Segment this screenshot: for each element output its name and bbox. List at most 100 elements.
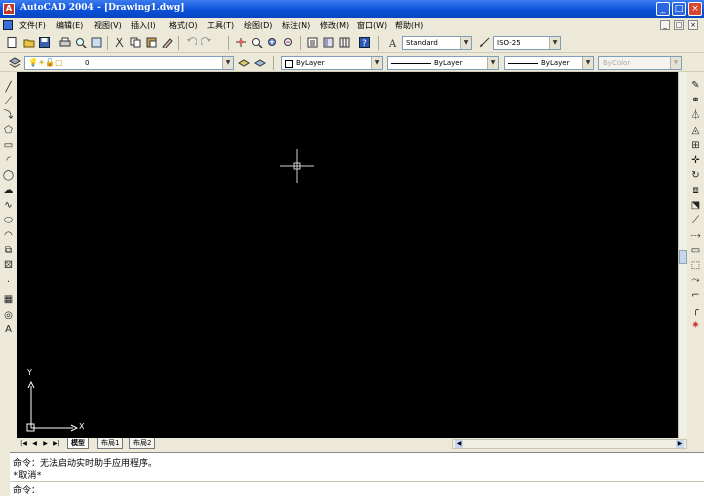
first-tab-button[interactable]: |◀ [19,439,28,449]
undo-icon[interactable] [184,36,197,49]
horizontal-scrollbar[interactable]: ◀ ▶ [452,439,687,449]
zoom-realtime-icon[interactable] [250,36,263,49]
revision-cloud-icon[interactable]: ☁ [2,185,15,197]
spline-icon[interactable]: ∿ [2,200,15,212]
polygon-icon[interactable]: ⬠ [2,125,15,137]
vertical-scrollbar[interactable] [678,72,687,438]
design-center-icon[interactable] [322,36,335,49]
menu-help[interactable]: 帮助(H) [395,20,423,31]
lineweight-select[interactable]: ByLayer ▼ [504,56,594,70]
menu-file[interactable]: 文件(F) [19,20,46,31]
polyline-icon[interactable]: ⤵ [2,110,15,122]
point-icon[interactable]: · [2,277,15,289]
autocad-app-icon[interactable]: A [3,3,15,15]
doc-restore-button[interactable]: □ [674,20,684,30]
break-icon[interactable]: ⬚ [689,260,702,272]
command-prompt[interactable]: 命令： [13,483,40,496]
dimension-style-select[interactable]: ISO-25 ▼ [493,36,561,50]
chamfer-icon[interactable]: ⌐ [689,290,702,302]
zoom-previous-icon[interactable] [282,36,295,49]
tool-palettes-icon[interactable] [338,36,351,49]
plot-style-value: ByColor [603,59,631,67]
vertical-scroll-thumb[interactable] [679,250,687,264]
minimize-button[interactable]: _ [656,2,670,16]
doc-close-button[interactable]: × [688,20,698,30]
copy-object-icon[interactable]: ⚭ [689,95,702,107]
make-object-layer-current-icon[interactable] [237,56,250,69]
menu-edit[interactable]: 编辑(E) [56,20,83,31]
insert-block-icon[interactable]: ⧉ [2,245,15,257]
dimension-style-icon[interactable] [478,36,491,49]
menu-tools[interactable]: 工具(T) [207,20,234,31]
redo-icon[interactable] [200,36,213,49]
layer-manager-icon[interactable] [8,56,21,69]
properties-icon[interactable] [306,36,319,49]
multiline-text-icon[interactable]: A [2,324,15,336]
hatch-icon[interactable]: ▦ [2,294,15,306]
ellipse-icon[interactable]: ⬭ [2,215,15,227]
move-icon[interactable]: ✛ [689,155,702,167]
paste-icon[interactable] [145,36,158,49]
circle-icon[interactable]: ◯ [2,170,15,182]
tab-layout2[interactable]: 布局2 [129,438,156,449]
open-icon[interactable] [22,36,35,49]
rotate-icon[interactable]: ↻ [689,170,702,182]
array-icon[interactable]: ⊞ [689,140,702,152]
doc-minimize-button[interactable]: _ [660,20,670,30]
scroll-left-icon[interactable]: ◀ [455,440,463,448]
help-icon[interactable]: ? [358,36,371,49]
break-at-point-icon[interactable]: ▭ [689,245,702,257]
menu-dimension[interactable]: 标注(N) [282,20,310,31]
text-style-icon[interactable]: A [387,36,400,49]
layer-previous-icon[interactable] [253,56,266,69]
menu-view[interactable]: 视图(V) [94,20,122,31]
linetype-select[interactable]: ByLayer ▼ [387,56,499,70]
arc-icon[interactable]: ◜ [2,155,15,167]
previous-tab-button[interactable]: ◀ [30,439,39,449]
menu-modify[interactable]: 修改(M) [320,20,349,31]
maximize-button[interactable]: □ [672,2,686,16]
text-style-select[interactable]: Standard ▼ [402,36,472,50]
save-icon[interactable] [38,36,51,49]
next-tab-button[interactable]: ▶ [41,439,50,449]
fillet-icon[interactable]: ╭ [689,305,702,317]
print-icon[interactable] [58,36,71,49]
scroll-right-icon[interactable]: ▶ [676,440,684,448]
command-window-grip[interactable] [0,452,10,496]
erase-icon[interactable]: ✎ [689,80,702,92]
color-select[interactable]: ByLayer ▼ [281,56,383,70]
tab-layout1[interactable]: 布局1 [97,438,124,449]
plot-preview-icon[interactable] [74,36,87,49]
scale-icon[interactable]: ⧈ [689,185,702,197]
tab-model[interactable]: 模型 [67,438,89,449]
cut-icon[interactable] [113,36,126,49]
document-icon[interactable] [3,20,13,30]
region-icon[interactable]: ◎ [2,310,15,322]
menu-draw[interactable]: 绘图(D) [244,20,272,31]
join-icon[interactable]: ⤳ [689,275,702,287]
menu-insert[interactable]: 插入(I) [131,20,156,31]
close-button[interactable]: × [688,2,702,16]
menu-window[interactable]: 窗口(W) [357,20,387,31]
explode-icon[interactable]: ✷ [689,320,702,332]
stretch-icon[interactable]: ⬔ [689,200,702,212]
extend-icon[interactable]: ⤏ [689,230,702,242]
zoom-window-icon[interactable] [266,36,279,49]
menu-format[interactable]: 格式(O) [169,20,198,31]
ellipse-arc-icon[interactable]: ◠ [2,230,15,242]
new-icon[interactable] [6,36,19,49]
mirror-icon[interactable]: ⏃ [689,110,702,122]
line-icon[interactable]: ╱ [2,82,15,94]
copy-icon[interactable] [129,36,142,49]
last-tab-button[interactable]: ▶| [52,439,61,449]
make-block-icon[interactable]: ⚄ [2,260,15,272]
trim-icon[interactable]: ⟋ [689,215,702,227]
publish-icon[interactable] [90,36,103,49]
layer-select[interactable]: 💡☀🔓▢ 0 ▼ [24,56,234,70]
match-properties-icon[interactable] [161,36,174,49]
construction-line-icon[interactable]: ⟋ [2,96,15,108]
drawing-canvas[interactable]: Y X [17,72,678,438]
rectangle-icon[interactable]: ▭ [2,140,15,152]
pan-icon[interactable] [234,36,247,49]
offset-icon[interactable]: ◬ [689,125,702,137]
